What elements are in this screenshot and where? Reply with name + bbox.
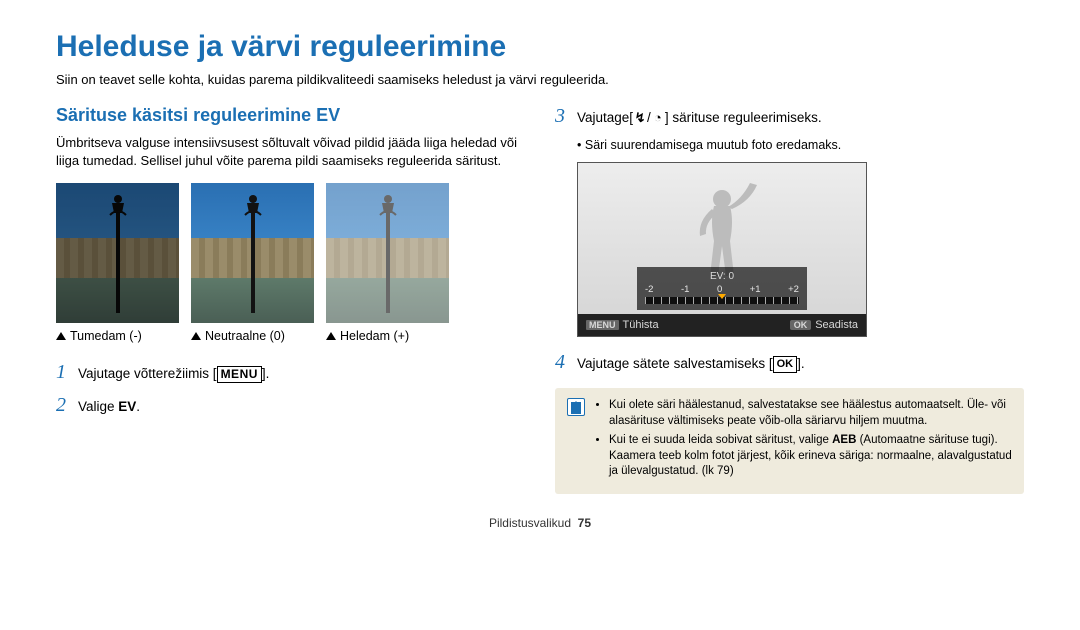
caption-neutral: Neutraalne (0) bbox=[205, 329, 285, 343]
step-1: 1 Vajutage võtterežiimis [MENU]. bbox=[56, 361, 525, 384]
step-2-text: Valige EV. bbox=[78, 399, 525, 414]
ev-bar bbox=[645, 297, 799, 304]
left-steps: 1 Vajutage võtterežiimis [MENU]. 2 Valig… bbox=[56, 361, 525, 417]
step-number: 2 bbox=[56, 394, 78, 417]
right-column: 3 Vajutage[↯/◔] särituse reguleerimiseks… bbox=[555, 105, 1024, 494]
lamp-icon bbox=[368, 193, 408, 313]
step-number: 3 bbox=[555, 105, 577, 128]
ev-value: EV: 0 bbox=[645, 271, 799, 282]
caption-brighter: Heledam (+) bbox=[340, 329, 409, 343]
step-2: 2 Valige EV. bbox=[56, 394, 525, 417]
photo-brighter bbox=[326, 183, 449, 323]
photo-neutral bbox=[191, 183, 314, 323]
lcd-menu-tag: MENU bbox=[586, 320, 619, 330]
triangle-icon bbox=[191, 332, 201, 340]
page-footer: Pildistusvalikud 75 bbox=[56, 516, 1024, 530]
step-number: 1 bbox=[56, 361, 78, 384]
note-item: Kui olete säri häälestanud, salvestataks… bbox=[609, 398, 1012, 429]
step-4: 4 Vajutage sätete salvestamiseks [OK]. bbox=[555, 351, 1024, 374]
photo-captions: Tumedam (-) Neutraalne (0) Heledam (+) bbox=[56, 329, 525, 343]
left-paragraph: Ümbritseva valguse intensiivsusest sõltu… bbox=[56, 134, 525, 169]
photo-darker bbox=[56, 183, 179, 323]
page-title: Heleduse ja värvi reguleerimine bbox=[56, 30, 1024, 64]
lcd-bottom-bar: MENU Tühista OKSeadista bbox=[578, 314, 866, 336]
caption-darker: Tumedam (-) bbox=[70, 329, 142, 343]
note-item: Kui te ei suuda leida sobivat säritust, … bbox=[609, 433, 1012, 480]
lamp-icon bbox=[98, 193, 138, 313]
lcd-ok-tag: OK bbox=[790, 320, 812, 330]
timer-icon: ◔ bbox=[651, 111, 665, 125]
lamp-icon bbox=[233, 193, 273, 313]
info-icon bbox=[567, 398, 585, 416]
content-columns: Särituse käsitsi reguleerimine EV Ümbrit… bbox=[56, 105, 1024, 494]
step-number: 4 bbox=[555, 351, 577, 374]
step-4-text: Vajutage sätete salvestamiseks [OK]. bbox=[577, 356, 1024, 373]
left-subheader: Särituse käsitsi reguleerimine EV bbox=[56, 105, 525, 126]
camera-lcd: EV: 0 -2 -1 0 +1 +2 MENU Tühista OKSeadis… bbox=[577, 162, 867, 337]
step-3-text: Vajutage[↯/◔] särituse reguleerimiseks. bbox=[577, 110, 1024, 125]
step-3-bullet: Säri suurendamisega muutub foto eredamak… bbox=[577, 138, 1024, 152]
lcd-cancel-label: Tühista bbox=[623, 319, 659, 331]
ev-panel: EV: 0 -2 -1 0 +1 +2 bbox=[637, 267, 807, 310]
ok-icon: OK bbox=[773, 356, 798, 373]
note-box: Kui olete säri häälestanud, salvestataks… bbox=[555, 388, 1024, 494]
note-list: Kui olete säri häälestanud, salvestataks… bbox=[595, 398, 1012, 484]
ev-marker-icon bbox=[718, 294, 726, 299]
menu-icon: MENU bbox=[217, 366, 262, 383]
left-column: Särituse käsitsi reguleerimine EV Ümbrit… bbox=[56, 105, 525, 494]
step-3: 3 Vajutage[↯/◔] särituse reguleerimiseks… bbox=[555, 105, 1024, 128]
lcd-set-label: Seadista bbox=[815, 319, 858, 331]
triangle-icon bbox=[326, 332, 336, 340]
intro-text: Siin on teavet selle kohta, kuidas parem… bbox=[56, 72, 1024, 87]
step-1-text: Vajutage võtterežiimis [MENU]. bbox=[78, 366, 525, 383]
flash-icon: ↯ bbox=[633, 111, 647, 125]
example-photos bbox=[56, 183, 525, 323]
triangle-icon bbox=[56, 332, 66, 340]
